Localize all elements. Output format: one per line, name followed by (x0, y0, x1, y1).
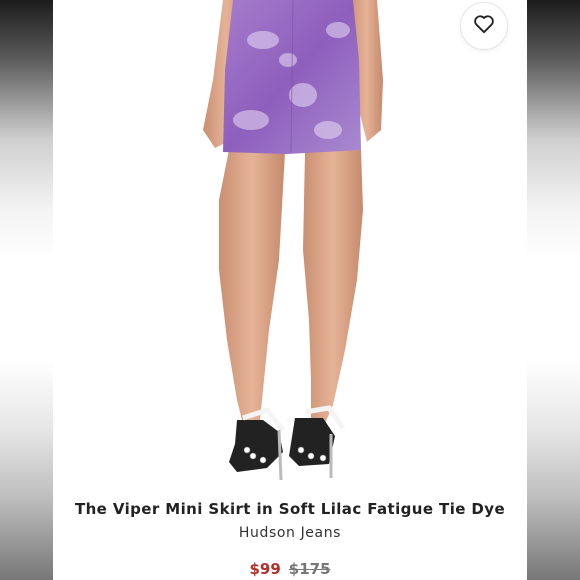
product-title[interactable]: The Viper Mini Skirt in Soft Lilac Fatig… (53, 500, 527, 518)
price-row: $99 $175 (53, 560, 527, 578)
left-backdrop (0, 0, 53, 580)
favorite-button[interactable] (460, 2, 508, 50)
original-price: $175 (288, 560, 331, 578)
sale-price: $99 (249, 560, 281, 578)
right-backdrop (527, 0, 580, 580)
heart-outline-icon (473, 14, 495, 38)
product-brand[interactable]: Hudson Jeans (53, 525, 527, 541)
product-card[interactable]: The Viper Mini Skirt in Soft Lilac Fatig… (53, 0, 527, 580)
product-image[interactable] (53, 0, 527, 490)
